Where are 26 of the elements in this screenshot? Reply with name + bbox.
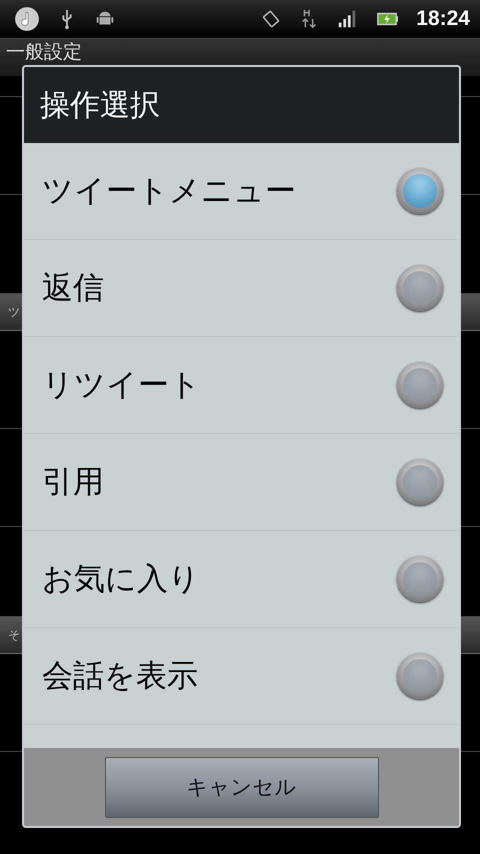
radio-button[interactable] [397,556,443,602]
option-row[interactable]: 引用 [24,434,459,531]
dialog-title: 操作選択 [40,86,160,124]
option-row[interactable]: 返信 [24,240,459,337]
option-label: 会話を表示 [42,657,198,696]
option-label: 引用 [42,463,104,502]
option-label: お気に入り [42,560,200,599]
option-row[interactable]: お気に入り [24,531,459,628]
option-row[interactable]: リツイート [24,337,459,434]
radio-button[interactable] [397,653,443,699]
option-row[interactable]: ツイートメニュー [24,143,459,240]
radio-button[interactable] [397,362,443,408]
option-label: リツイート [42,366,201,405]
option-label: 返信 [42,269,104,308]
section-header-text: ツ [8,304,20,320]
music-app-icon [14,6,40,32]
radio-button[interactable] [397,265,443,311]
option-label: ツイートメニュー [42,172,296,211]
option-row[interactable]: 会話を表示 [24,628,459,725]
radio-button[interactable] [397,168,443,214]
signal-icon [336,8,358,30]
radio-button[interactable] [397,459,443,505]
clock-time: 18:24 [416,7,470,31]
screen-title: 一般設定 [6,42,82,63]
cancel-button[interactable]: キャンセル [104,756,378,818]
section-header-text: そ [8,626,20,644]
